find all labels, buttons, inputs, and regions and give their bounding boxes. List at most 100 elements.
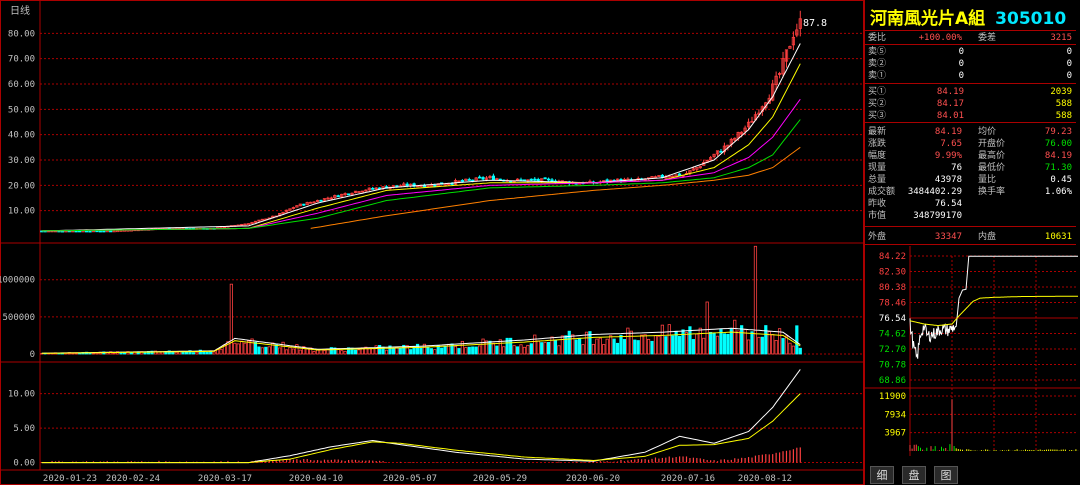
volume-bar	[205, 351, 209, 355]
volume-bar	[260, 347, 264, 355]
stat-value: 43978	[934, 175, 962, 185]
volume-bar	[264, 346, 268, 355]
volume-bar	[784, 335, 789, 355]
stat-label: 幅度	[868, 151, 887, 161]
buy-price: 84.17	[936, 99, 964, 109]
volume-bar	[557, 345, 561, 355]
y-tick-label: 60.00	[8, 80, 35, 90]
candle-body	[533, 178, 537, 181]
volume-bar	[284, 349, 289, 355]
volume-bar	[257, 346, 261, 355]
volume-bar	[391, 348, 396, 355]
volume-bar	[660, 324, 664, 355]
quote-separator	[865, 244, 1076, 245]
candle-body	[536, 178, 540, 182]
volume-bar	[209, 351, 213, 355]
tab-detail[interactable]: 细	[870, 466, 894, 484]
volume-bar	[312, 351, 316, 355]
sell-label: 卖①	[868, 71, 887, 81]
volume-bar	[281, 341, 285, 355]
volume-bar	[671, 335, 675, 355]
volume-bar	[702, 337, 706, 355]
volume-bar	[712, 332, 716, 355]
volume-bar	[291, 348, 296, 355]
stat-value: 1.06%	[1044, 187, 1072, 197]
buy-label: 买②	[868, 99, 887, 109]
volume-bar	[736, 330, 740, 355]
x-tick-label: 2020-05-29	[473, 474, 527, 484]
candle-body	[546, 178, 551, 181]
buy-row: 买③ 84.01 588	[866, 110, 1074, 122]
x-tick-label: 2020-01-23	[43, 474, 97, 484]
bottom-tabs: 细 盘 图	[866, 466, 1076, 484]
volume-bar	[729, 328, 733, 355]
volume-bar	[543, 342, 547, 355]
tab-orderbook[interactable]: 盘	[902, 466, 926, 484]
intraday-vol-tick: 11900	[879, 392, 906, 402]
x-tick-label: 2020-02-24	[106, 474, 160, 484]
stat-label: 最高价	[978, 151, 1006, 161]
volume-bar	[709, 331, 713, 355]
stat-label: 开盘价	[978, 139, 1006, 149]
weicha-label: 委差	[978, 33, 997, 43]
volume-bar	[798, 347, 802, 355]
tab-chart[interactable]: 图	[934, 466, 958, 484]
intraday-chart[interactable]: 84.22 82.30 80.38 78.46 76.54 74.62 72.70 70.78…	[864, 246, 1080, 456]
volume-bar	[646, 338, 651, 355]
candle-body	[405, 183, 409, 187]
volume-bar	[443, 345, 447, 355]
stat-row: 成交额 3484402.29 换手率 1.06%	[866, 186, 1074, 198]
volume-bar	[664, 336, 668, 355]
stock-code: 305010	[995, 9, 1067, 29]
buy-row: 买① 84.19 2039	[866, 86, 1074, 98]
volume-bar	[605, 338, 609, 355]
y-tick-label: 70.00	[8, 55, 35, 65]
period-label: 日线	[10, 4, 30, 17]
intraday-price-tick: 80.38	[879, 283, 906, 293]
candle-body	[109, 230, 113, 233]
candle-body	[467, 179, 471, 181]
volume-bar	[315, 349, 320, 355]
volume-bar	[581, 344, 585, 355]
buy-label: 买①	[868, 87, 887, 97]
sell-price: 0	[958, 47, 964, 57]
volume-bar	[533, 334, 537, 355]
volume-bar	[174, 351, 178, 355]
buy-volume: 588	[1055, 99, 1072, 109]
volume-bar	[119, 352, 123, 355]
volume-bar	[184, 351, 189, 355]
volume-bar	[781, 338, 785, 355]
stat-label: 现量	[868, 163, 887, 173]
intraday-price-tick: 78.46	[879, 299, 906, 309]
candle-body	[102, 230, 106, 233]
volume-bar	[650, 340, 654, 355]
buy-label: 买③	[868, 111, 887, 121]
volume-bar	[774, 340, 778, 355]
volume-bar	[760, 336, 764, 355]
kline-chart[interactable]: 日线 10.00 20.00 30.00 40.00 50.00 60.00 70.00 80.…	[0, 0, 864, 485]
neipan-label: 内盘	[978, 232, 997, 242]
weicha-value: 3215	[1050, 33, 1072, 43]
candle-body	[91, 230, 96, 233]
volume-bar	[719, 329, 723, 355]
volume-bar	[602, 344, 606, 355]
candles	[40, 10, 802, 233]
volume-tick-label: 500000	[2, 313, 35, 323]
candle-body	[478, 176, 482, 179]
volume-bar	[488, 340, 492, 355]
volume-bar	[746, 339, 751, 355]
candle-body	[336, 195, 340, 198]
volume-bar	[191, 352, 196, 355]
volume-bar	[667, 324, 671, 355]
volume-bar	[622, 339, 627, 355]
stat-value: 348799170	[913, 211, 962, 221]
intraday-price-tick: 84.22	[879, 252, 906, 262]
volume-bar	[240, 340, 244, 355]
waipan-value: 33347	[934, 232, 962, 242]
candle-body	[498, 178, 502, 181]
sell-label: 卖②	[868, 59, 887, 69]
volume-bar	[243, 342, 247, 355]
y-tick-label: 40.00	[8, 131, 35, 141]
stat-row: 总量 43978 量比 0.45	[866, 174, 1074, 186]
stat-row: 市值 348799170	[866, 210, 1074, 222]
